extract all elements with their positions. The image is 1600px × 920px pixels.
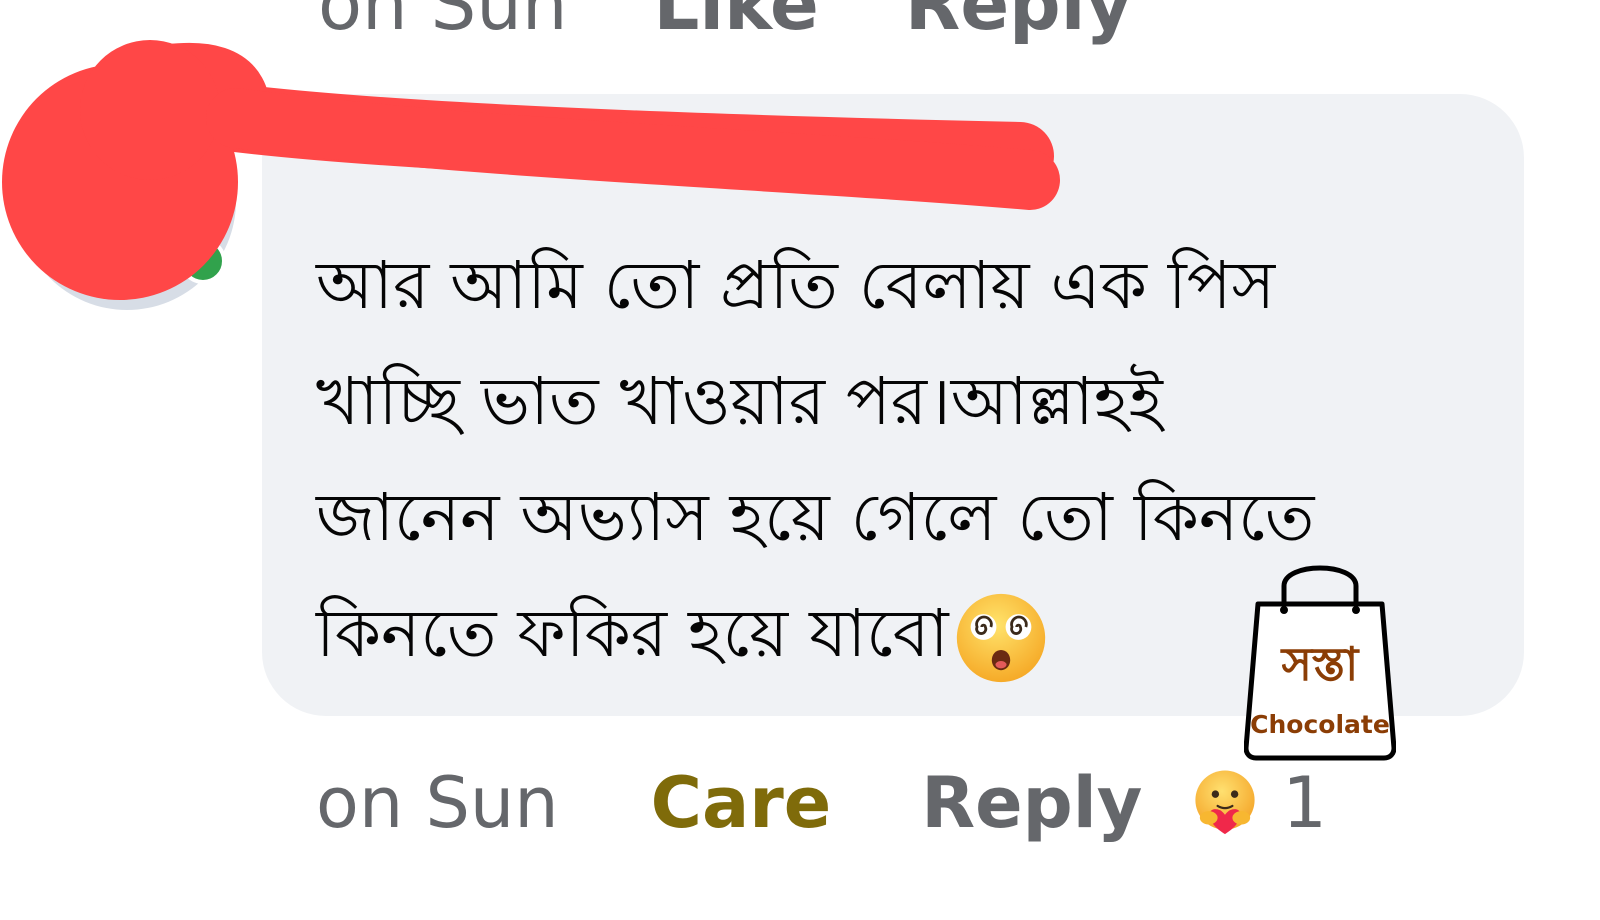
comment-text-line: খাচ্ছি ভাত খাওয়ার পর।আল্লাহই [316,363,1163,440]
reaction-summary[interactable]: 1 [1188,762,1327,844]
comment-text-line: আর আমি তো প্রতি বেলায় এক পিস [316,247,1276,324]
reaction-count: 1 [1282,762,1327,844]
comment-actions: on Sun Care Reply 1 [316,760,1327,846]
care-reaction-icon [1195,770,1255,835]
comment-thread: on Sun Like Reply আর আমি তো প্রতি বেলায়… [0,0,1600,920]
comment-timestamp[interactable]: on Sun [316,762,559,844]
previous-comment-actions: on Sun Like Reply [318,0,1132,46]
dizzy-face-emoji [956,593,1045,683]
previous-reply-button[interactable]: Reply [905,0,1132,46]
care-reaction-button[interactable]: Care [651,762,832,844]
online-status-dot [180,238,226,284]
comment-text-line: কিনতে ফকির হয়ে যাবো [316,595,949,672]
previous-comment-timestamp: on Sun [318,0,568,46]
previous-like-button[interactable]: Like [654,0,819,46]
watermark-main-text: সস্তা [1281,637,1359,691]
watermark-logo: সস্তা Chocolate [1243,552,1397,762]
reply-button[interactable]: Reply [921,762,1142,844]
watermark-sub-text: Chocolate [1250,710,1390,739]
